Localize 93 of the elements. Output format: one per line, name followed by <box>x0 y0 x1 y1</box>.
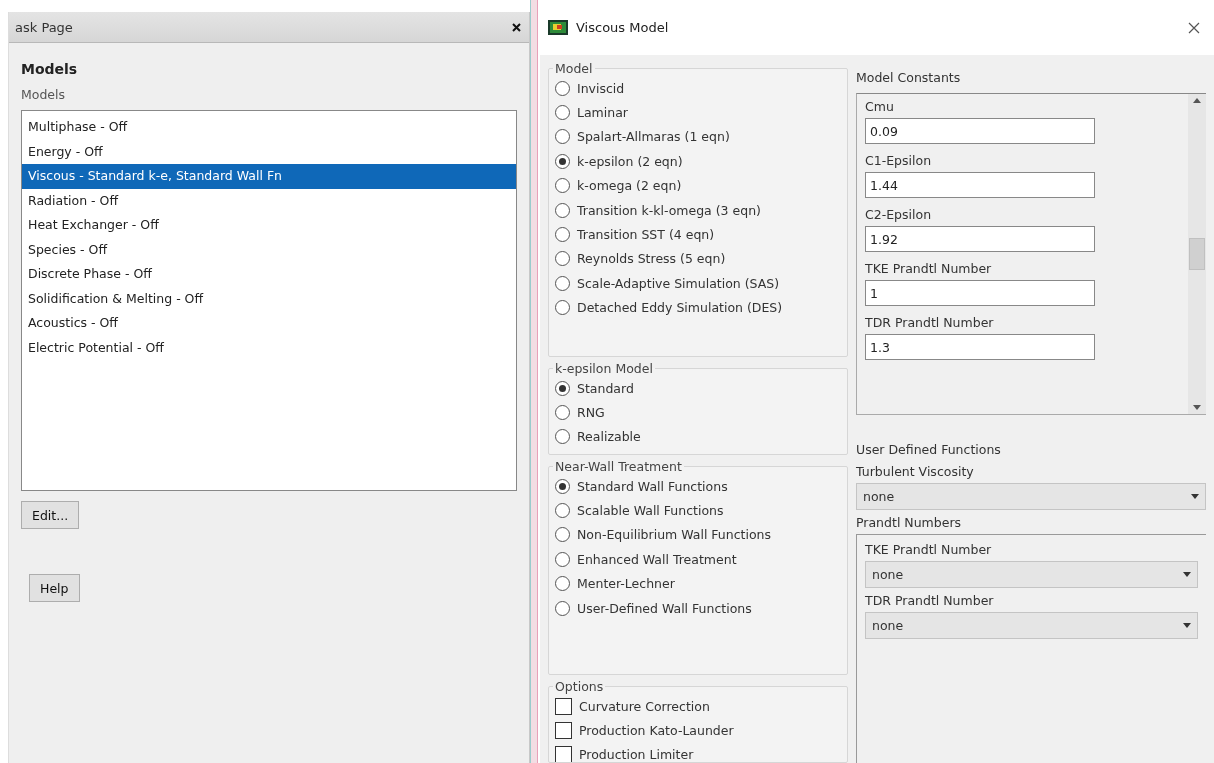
option-label: Realizable <box>577 429 641 445</box>
group-title: Options <box>554 680 605 694</box>
radio-button[interactable] <box>555 503 570 519</box>
radio-button[interactable] <box>555 129 570 145</box>
option-label: User-Defined Wall Functions <box>577 600 752 616</box>
radio-button[interactable] <box>555 527 570 543</box>
radio-button[interactable] <box>555 178 570 194</box>
list-item[interactable]: Energy - Off <box>22 139 516 164</box>
dropdown[interactable]: none <box>865 612 1198 639</box>
option-label: Scale-Adaptive Simulation (SAS) <box>577 275 780 291</box>
list-item[interactable]: Acoustics - Off <box>22 311 516 336</box>
option-label: k-omega (2 eqn) <box>577 178 682 194</box>
list-item[interactable]: Radiation - Off <box>22 188 516 213</box>
checkbox[interactable] <box>555 746 572 762</box>
radio-button[interactable] <box>555 300 570 316</box>
radio-button[interactable] <box>555 227 570 243</box>
option-label: Curvature Correction <box>579 698 710 714</box>
option-label: Standard <box>577 380 634 396</box>
checkbox[interactable] <box>555 722 572 740</box>
option-label: Production Limiter <box>579 747 694 762</box>
app-icon <box>548 20 568 35</box>
group-title: Near-Wall Treatment <box>554 460 683 474</box>
radio-button[interactable] <box>555 429 570 445</box>
radio-button[interactable] <box>555 478 570 494</box>
option-label: Production Kato-Launder <box>579 723 734 739</box>
radio-button[interactable] <box>555 275 570 291</box>
field-label: C2-Epsilon <box>865 206 933 224</box>
option-label: Scalable Wall Functions <box>577 503 724 519</box>
dropdown[interactable]: none <box>865 561 1198 588</box>
scrollbar[interactable] <box>1188 94 1206 414</box>
radio-button[interactable] <box>555 600 570 616</box>
radio-button[interactable] <box>555 380 570 396</box>
radio-button[interactable] <box>555 551 570 567</box>
group-title: k-epsilon Model <box>554 362 654 376</box>
option-label: Enhanced Wall Treatment <box>577 551 737 567</box>
input-field[interactable]: 1.3 <box>865 334 1095 360</box>
close-icon[interactable] <box>1188 21 1200 34</box>
input-field[interactable]: 1.92 <box>865 226 1095 252</box>
field-label: TDR Prandtl Number <box>865 592 995 610</box>
help-button[interactable]: Help <box>29 574 80 602</box>
edit-button[interactable]: Edit... <box>21 501 80 529</box>
list-item[interactable]: Viscous - Standard k-e, Standard Wall Fn <box>22 164 516 189</box>
panel-title: ask Page <box>15 19 73 35</box>
dropdown-caret-icon <box>1191 494 1199 499</box>
radio-button[interactable] <box>555 80 570 96</box>
field-label: C1-Epsilon <box>865 152 933 170</box>
radio-button[interactable] <box>555 202 570 218</box>
list-item[interactable]: Solidification & Melting - Off <box>22 286 516 311</box>
scroll-thumb[interactable] <box>1189 238 1205 270</box>
close-icon[interactable] <box>512 22 521 32</box>
option-label: Transition SST (4 eqn) <box>577 227 715 243</box>
scroll-up-icon[interactable] <box>1193 98 1201 103</box>
radio-button[interactable] <box>555 105 570 121</box>
option-label: Spalart-Allmaras (1 eqn) <box>577 129 730 145</box>
option-label: Laminar <box>577 105 628 121</box>
list-item[interactable]: Species - Off <box>22 237 516 262</box>
list-item[interactable]: Discrete Phase - Off <box>22 262 516 287</box>
dialog-title: Viscous Model <box>576 20 670 35</box>
list-item[interactable]: Heat Exchanger - Off <box>22 213 516 238</box>
list-item[interactable]: Multiphase - Off <box>22 115 516 140</box>
panel-heading: Models <box>21 61 79 77</box>
field-label: TKE Prandtl Number <box>865 260 993 278</box>
radio-button[interactable] <box>555 251 570 267</box>
input-field[interactable]: 0.09 <box>865 118 1095 144</box>
option-label: RNG <box>577 405 605 421</box>
radio-button[interactable] <box>555 576 570 592</box>
option-label: k-epsilon (2 eqn) <box>577 153 683 169</box>
input-field[interactable]: 1 <box>865 280 1095 306</box>
dropdown-caret-icon <box>1183 623 1191 628</box>
option-label: Non-Equilibrium Wall Functions <box>577 527 772 543</box>
group-title: Model <box>554 62 594 76</box>
option-label: Standard Wall Functions <box>577 478 728 494</box>
field-label: Turbulent Viscosity <box>856 463 975 481</box>
checkbox[interactable] <box>555 697 572 715</box>
section-title: Model Constants <box>856 69 962 87</box>
field-label: Cmu <box>865 98 895 116</box>
input-field[interactable]: 1.44 <box>865 172 1095 198</box>
field-label: TKE Prandtl Number <box>865 541 993 559</box>
option-label: Detached Eddy Simulation (DES) <box>577 300 783 316</box>
option-label: Transition k-kl-omega (3 eqn) <box>577 202 761 218</box>
radio-button[interactable] <box>555 405 570 421</box>
field-label: TDR Prandtl Number <box>865 314 995 332</box>
radio-button[interactable] <box>555 153 570 169</box>
section-title: Prandtl Numbers <box>856 514 963 532</box>
option-label: Reynolds Stress (5 eqn) <box>577 251 726 267</box>
list-item[interactable]: Electric Potential - Off <box>22 335 516 360</box>
section-title: User Defined Functions <box>856 441 1002 459</box>
list-label: Models <box>21 87 67 102</box>
scroll-down-icon[interactable] <box>1193 405 1201 410</box>
option-label: Menter-Lechner <box>577 576 675 592</box>
dropdown[interactable]: none <box>856 483 1206 510</box>
option-label: Inviscid <box>577 80 625 96</box>
dropdown-caret-icon <box>1183 572 1191 577</box>
